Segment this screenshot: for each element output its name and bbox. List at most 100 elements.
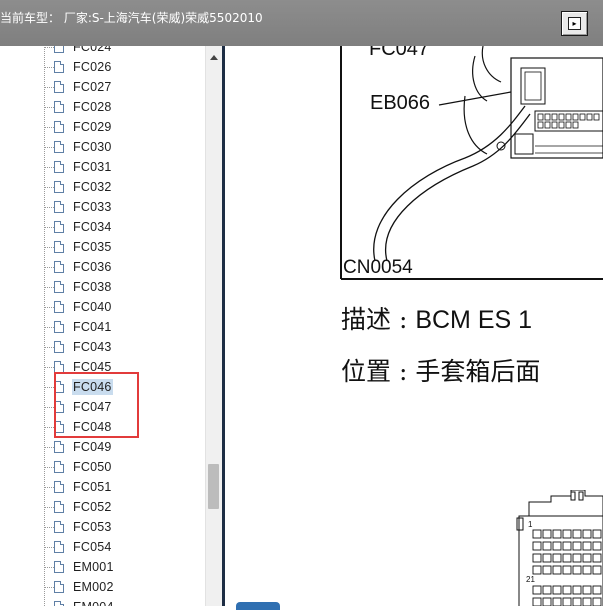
tree-item[interactable]: FC027 (44, 77, 113, 97)
tree-connector-line (44, 286, 54, 288)
tree-item[interactable]: FC028 (44, 97, 113, 117)
tree-item[interactable]: FC041 (44, 317, 113, 337)
connector-pin (582, 553, 592, 563)
tree-connector-line (44, 206, 54, 208)
connector-pin (562, 597, 572, 606)
connector-pinout-diagram: 1 21 (516, 490, 603, 606)
connector-pin (542, 597, 552, 606)
connector-pin (552, 553, 562, 563)
tree-item-label: FC029 (73, 120, 112, 134)
tree-item[interactable]: FC053 (44, 517, 113, 537)
tree-connector-line (44, 46, 54, 48)
connector-pin (562, 541, 572, 551)
document-icon (54, 261, 64, 273)
pin-label-top: 1 (528, 520, 533, 529)
connector-pin (552, 597, 562, 606)
connector-pin (572, 585, 582, 595)
tree-connector-line (44, 586, 54, 588)
scrollbar-thumb[interactable] (208, 464, 219, 509)
connector-pin (592, 585, 602, 595)
document-icon (54, 541, 64, 553)
tree-item[interactable]: FC024 (44, 46, 113, 57)
tree-connector-line (44, 506, 54, 508)
document-icon (54, 201, 64, 213)
tree-connector-line (44, 246, 54, 248)
tree-item[interactable]: FC032 (44, 177, 113, 197)
tree-item[interactable]: FC040 (44, 297, 113, 317)
description-label: 描述 : (341, 305, 416, 334)
tree-item[interactable]: FC030 (44, 137, 113, 157)
tree-connector-line (44, 486, 54, 488)
connector-pin (542, 585, 552, 595)
pin-label-bottom: 21 (526, 575, 535, 584)
tree-connector-line (44, 126, 54, 128)
tree-item-label: FC053 (73, 520, 112, 534)
tree-item[interactable]: FC031 (44, 157, 113, 177)
tree-item-label: FC051 (73, 480, 112, 494)
tree-item[interactable]: FC036 (44, 257, 113, 277)
description-value: BCM ES 1 (415, 306, 533, 334)
tree-item[interactable]: FC050 (44, 457, 113, 477)
tree-item[interactable]: FC049 (44, 437, 113, 457)
tree-item-label: FC024 (73, 46, 112, 54)
connector-pin (592, 553, 602, 563)
tree-item[interactable]: FC033 (44, 197, 113, 217)
tree-item-label: FC050 (73, 460, 112, 474)
panel-toggle-icon: ▸ (568, 17, 581, 30)
document-icon (54, 501, 64, 513)
tree-item[interactable]: EM002 (44, 577, 115, 597)
panel-toggle-button[interactable]: ▸ (561, 11, 588, 36)
connector-location-diagram (340, 46, 603, 280)
tree-connector-line (44, 166, 54, 168)
tree-connector-line (44, 386, 54, 388)
highlight-box (54, 372, 139, 438)
connector-id: CN0054 (343, 257, 413, 278)
connector-pin (542, 565, 552, 575)
document-icon (54, 121, 64, 133)
tree-item-label: FC052 (73, 500, 112, 514)
bottom-tab[interactable] (236, 602, 280, 610)
tree-scrollbar[interactable] (205, 46, 222, 606)
tree-connector-line (44, 546, 54, 548)
scroll-up-icon[interactable] (210, 55, 218, 60)
tree-item-label: FC030 (73, 140, 112, 154)
document-icon (54, 221, 64, 233)
tree-item[interactable]: FC051 (44, 477, 113, 497)
tree-item[interactable]: FC026 (44, 57, 113, 77)
connector-pin (582, 541, 592, 551)
connector-pin (542, 541, 552, 551)
connector-pin (592, 597, 602, 606)
document-icon (54, 341, 64, 353)
document-icon (54, 321, 64, 333)
callout-eb066: EB066 (370, 92, 431, 114)
tree-item-label: EM002 (73, 580, 114, 594)
tree-item[interactable]: EM004 (44, 597, 115, 606)
tree-item-label: FC028 (73, 100, 112, 114)
tree-item-label: FC027 (73, 80, 112, 94)
tree-item-label: FC049 (73, 440, 112, 454)
location-label: 位置 : (341, 357, 416, 386)
connector-pin (532, 585, 542, 595)
document-icon (54, 521, 64, 533)
tree-item[interactable]: FC038 (44, 277, 113, 297)
tree-item[interactable]: FC052 (44, 497, 113, 517)
connector-pin (582, 565, 592, 575)
callout-fc047: FC047 (369, 46, 430, 60)
tree-connector-line (44, 266, 54, 268)
tree-item[interactable]: EM001 (44, 557, 115, 577)
tree-item[interactable]: FC054 (44, 537, 113, 557)
connector-pin (572, 541, 582, 551)
tree-item[interactable]: FC043 (44, 337, 113, 357)
document-icon (54, 141, 64, 153)
connector-pin (552, 541, 562, 551)
tree-item-label: FC043 (73, 340, 112, 354)
tree-item-label: FC035 (73, 240, 112, 254)
connector-pin (532, 529, 542, 539)
tree-item[interactable]: FC034 (44, 217, 113, 237)
tree-item[interactable]: FC035 (44, 237, 113, 257)
connector-pin (562, 529, 572, 539)
document-icon (54, 481, 64, 493)
connector-pin (532, 553, 542, 563)
tree-item[interactable]: FC029 (44, 117, 113, 137)
connector-pin (592, 541, 602, 551)
